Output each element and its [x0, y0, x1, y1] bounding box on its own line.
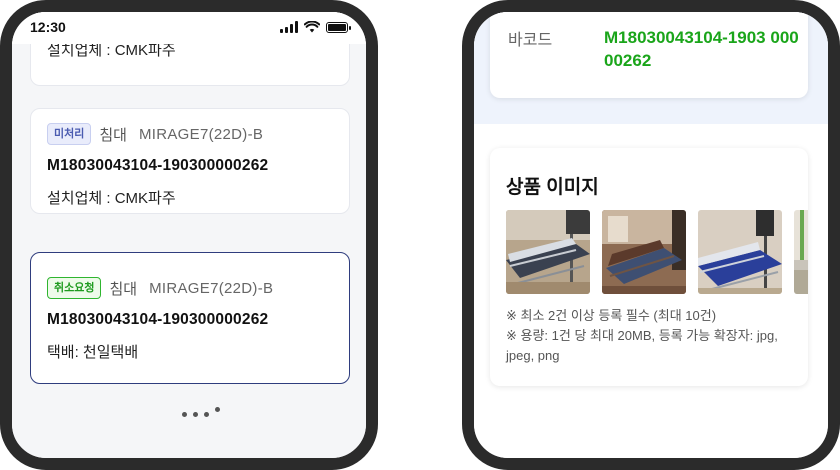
loading-more-indicator	[182, 407, 220, 417]
status-badge: 취소요청	[47, 277, 102, 299]
order-list-screen: 12:30 설치업체 : CMK파주 미처리 침대 MIRAGE7(22D)-B…	[12, 12, 366, 458]
delivery-text: 택배: 천일택배	[47, 344, 139, 361]
phone-frame-right: 바코드 M18030043104-1903 00000262 상품 이미지 ※ …	[462, 0, 840, 470]
product-image-title: 상품 이미지	[506, 177, 599, 198]
product-type: 침대	[99, 126, 127, 144]
bed-photo-thumbnail[interactable]	[794, 210, 808, 294]
notice-file-size: ※ 용량: 1건 당 최대 20MB, 등록 가능 확장자: jpg, jpeg…	[506, 328, 778, 363]
wifi-icon	[304, 21, 320, 33]
order-card[interactable]: 미처리 침대 MIRAGE7(22D)-B M18030043104-19030…	[30, 108, 350, 214]
status-bar: 12:30	[12, 12, 366, 44]
product-model: MIRAGE7(22D)-B	[138, 125, 264, 143]
order-detail-screen: 바코드 M18030043104-1903 00000262 상품 이미지 ※ …	[474, 12, 828, 458]
status-icons	[280, 21, 351, 33]
battery-icon	[326, 21, 351, 33]
order-card-selected[interactable]: 취소요청 침대 MIRAGE7(22D)-B M18030043104-1903…	[30, 252, 350, 384]
product-type: 침대	[109, 280, 138, 298]
bed-photo-thumbnail[interactable]	[602, 210, 686, 294]
notice-min-count: ※ 최소 2건 이상 등록 필수 (최대 10건)	[506, 308, 717, 323]
barcode-label: 바코드	[508, 32, 553, 49]
upload-notice: ※ 최소 2건 이상 등록 필수 (최대 10건) ※ 용량: 1건 당 최대 …	[506, 306, 796, 366]
product-image-card: 상품 이미지 ※ 최소 2건 이상 등록 필수 (최대 10건) ※ 용량: 1…	[490, 148, 808, 386]
phone-frame-left: 12:30 설치업체 : CMK파주 미처리 침대 MIRAGE7(22D)-B…	[0, 0, 378, 470]
status-badge: 미처리	[47, 123, 92, 145]
barcode-text: M18030043104-190300000262	[47, 311, 269, 328]
bed-photo-thumbnail[interactable]	[698, 210, 782, 294]
image-thumbnail-list[interactable]	[506, 210, 808, 294]
installer-text: 설치업체 : CMK파주	[47, 190, 176, 207]
product-model: MIRAGE7(22D)-B	[149, 279, 274, 297]
bed-photo-thumbnail[interactable]	[506, 210, 590, 294]
barcode-value: M18030043104-1903 00000262	[604, 28, 799, 70]
status-time: 12:30	[30, 19, 66, 35]
barcode-text: M18030043104-190300000262	[47, 157, 269, 174]
signal-icon	[280, 21, 298, 33]
barcode-card: 바코드 M18030043104-1903 00000262	[490, 12, 808, 98]
